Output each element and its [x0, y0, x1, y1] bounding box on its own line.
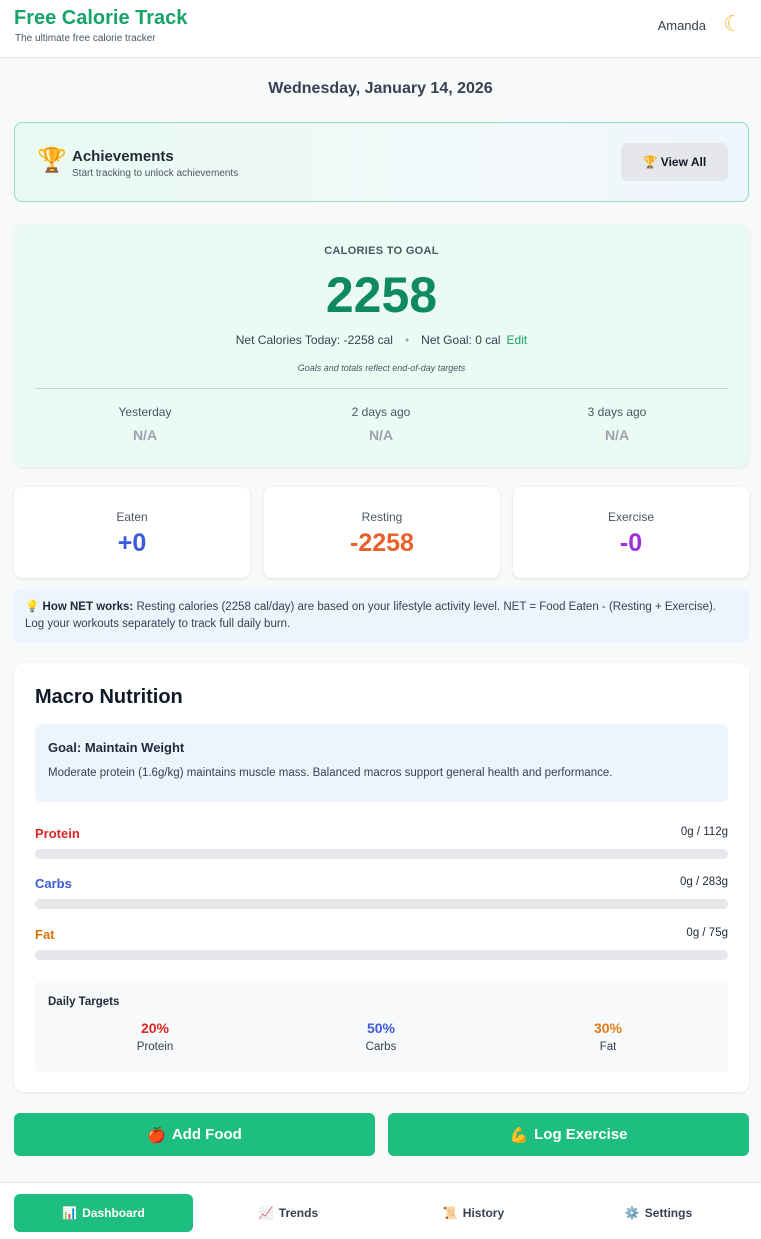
view-all-label: View All: [660, 155, 707, 169]
history-2-days-ago: 2 days ago N/A: [291, 405, 471, 443]
user-name[interactable]: Amanda: [658, 18, 706, 33]
history-label: Yesterday: [118, 405, 172, 419]
macro-goal-description: Moderate protein (1.6g/kg) maintains mus…: [48, 767, 613, 779]
bar-chart-icon: 📊: [62, 1206, 78, 1220]
macro-name: Protein: [35, 826, 80, 841]
macro-amount: 0g / 112g: [680, 826, 728, 838]
calories-goal-value: 2258: [325, 267, 438, 323]
separator-dot: •: [404, 333, 410, 347]
target-percent: 30%: [593, 1020, 623, 1036]
macro-amount: 0g / 75g: [686, 927, 728, 939]
net-summary: Net Calories Today: -2258 cal • Net Goal: …: [14, 333, 749, 347]
trend-chart-icon: 📈: [258, 1206, 274, 1220]
view-all-achievements-button[interactable]: 🏆 View All: [621, 143, 728, 181]
divider: [35, 388, 728, 389]
log-exercise-button[interactable]: 💪 Log Exercise: [388, 1113, 749, 1156]
nav-label: Trends: [278, 1206, 319, 1220]
app-header: Free Calorie Track The ultimate free cal…: [0, 0, 761, 58]
trophy-icon: 🏆: [37, 147, 67, 174]
history-value: N/A: [132, 427, 158, 443]
lightbulb-icon: 💡: [25, 601, 40, 613]
current-date: Wednesday, January 14, 2026: [268, 80, 493, 97]
history-value: N/A: [368, 427, 394, 443]
target-percent: 20%: [140, 1020, 170, 1036]
daily-targets: Daily Targets 20% Protein 50% Carbs 30% …: [35, 981, 728, 1072]
gear-icon: ⚙️: [624, 1206, 640, 1220]
daily-targets-title: Daily Targets: [48, 996, 120, 1008]
edit-goal-link[interactable]: Edit: [507, 333, 528, 347]
macro-row-protein: Protein 0g / 112g: [35, 826, 728, 866]
macro-progress-track: [35, 849, 728, 859]
history-label: 2 days ago: [351, 405, 411, 419]
macro-row-fat: Fat 0g / 75g: [35, 927, 728, 967]
net-goal: Net Goal: 0 cal: [421, 333, 501, 347]
target-fat: 30% Fat: [528, 1020, 688, 1053]
stat-value: -2258: [350, 529, 414, 557]
macro-name: Fat: [35, 927, 55, 942]
target-name: Carbs: [365, 1041, 397, 1053]
macro-goal-box: Goal: Maintain Weight Moderate protein (…: [35, 724, 728, 802]
macro-goal-title: Goal: Maintain Weight: [48, 740, 185, 755]
macro-progress-track: [35, 950, 728, 960]
target-percent: 50%: [366, 1020, 396, 1036]
macro-amount: 0g / 283g: [680, 876, 728, 888]
stat-label: Exercise: [607, 510, 654, 524]
target-protein: 20% Protein: [75, 1020, 235, 1053]
nav-label: Dashboard: [82, 1206, 145, 1220]
flexed-biceps-icon: 💪: [509, 1126, 529, 1144]
apple-icon: 🍎: [147, 1126, 166, 1144]
achievements-title: Achievements: [72, 148, 174, 165]
net-info-box: 💡 How NET works: Resting calories (2258 …: [14, 589, 749, 642]
trophy-icon: 🏆: [642, 155, 658, 169]
nav-dashboard[interactable]: 📊 Dashboard: [14, 1194, 193, 1232]
app-tagline: The ultimate free calorie tracker: [15, 33, 156, 44]
target-name: Fat: [599, 1041, 617, 1053]
macro-row-carbs: Carbs 0g / 283g: [35, 876, 728, 916]
stat-label: Resting: [361, 510, 403, 524]
stat-label: Eaten: [116, 510, 148, 524]
achievements-subtitle: Start tracking to unlock achievements: [72, 168, 239, 179]
target-carbs: 50% Carbs: [301, 1020, 461, 1053]
nav-trends[interactable]: 📈 Trends: [199, 1194, 378, 1232]
add-food-button[interactable]: 🍎 Add Food: [14, 1113, 375, 1156]
add-food-label: Add Food: [171, 1126, 242, 1143]
macro-name: Carbs: [35, 876, 72, 891]
stat-card-resting: Resting -2258: [264, 487, 500, 578]
history-value: N/A: [604, 427, 630, 443]
history-3-days-ago: 3 days ago N/A: [527, 405, 707, 443]
nav-settings[interactable]: ⚙️ Settings: [569, 1194, 748, 1232]
log-exercise-label: Log Exercise: [534, 1126, 628, 1143]
stat-card-exercise: Exercise -0: [513, 487, 749, 578]
nav-label: History: [462, 1206, 505, 1220]
history-label: 3 days ago: [587, 405, 647, 419]
target-name: Protein: [136, 1041, 174, 1053]
stat-card-eaten: Eaten +0: [14, 487, 250, 578]
stat-value: +0: [117, 529, 147, 557]
history-yesterday: Yesterday N/A: [55, 405, 235, 443]
nav-history[interactable]: 📜 History: [384, 1194, 563, 1232]
bottom-nav: 📊 Dashboard 📈 Trends 📜 History ⚙️ Settin…: [0, 1182, 761, 1239]
net-calories-today: Net Calories Today: -2258 cal: [235, 333, 393, 347]
achievements-banner: 🏆 Achievements Start tracking to unlock …: [14, 122, 749, 202]
calories-goal-label: CALORIES TO GOAL: [324, 245, 439, 257]
moon-icon[interactable]: ☾: [719, 10, 747, 38]
info-heading: How NET works:: [42, 601, 134, 613]
macro-nutrition-card: Macro Nutrition Goal: Maintain Weight Mo…: [14, 663, 749, 1092]
calories-goal-card: CALORIES TO GOAL 2258 Net Calories Today…: [14, 224, 749, 467]
app-title[interactable]: Free Calorie Track: [14, 7, 187, 30]
stat-value: -0: [619, 529, 643, 557]
macro-title: Macro Nutrition: [35, 686, 183, 708]
scroll-icon: 📜: [442, 1206, 458, 1220]
macro-progress-track: [35, 899, 728, 909]
goal-note: Goals and totals reflect end-of-day targ…: [297, 363, 466, 373]
nav-label: Settings: [644, 1206, 693, 1220]
